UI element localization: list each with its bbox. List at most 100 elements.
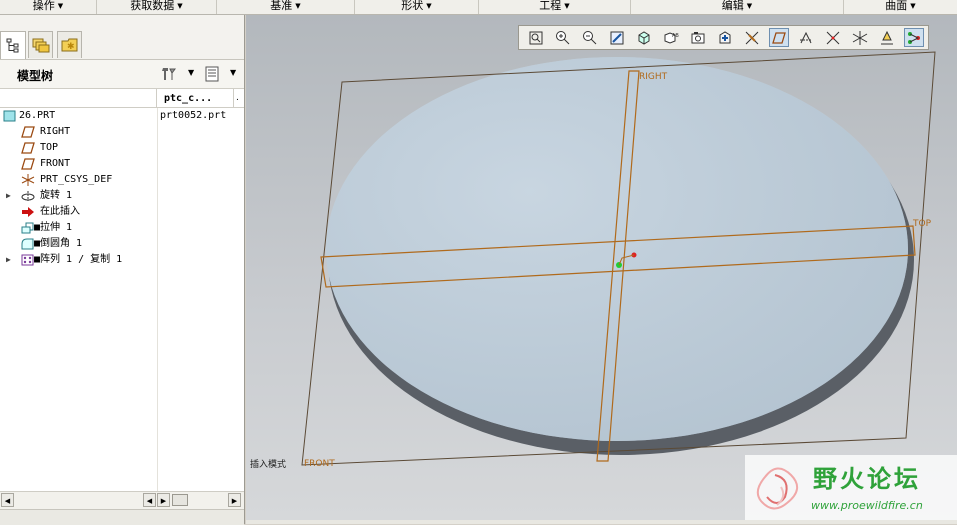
tree-item-label: FRONT bbox=[40, 158, 71, 169]
menu-label: 工程 bbox=[539, 0, 562, 12]
model-graphics[interactable]: RIGHT TOP FRONT bbox=[246, 15, 957, 520]
menu-editing[interactable]: 编辑 ▼ bbox=[631, 0, 844, 14]
folder-stack-icon bbox=[32, 38, 49, 53]
tree-item-revolve[interactable]: ▶ 旋转 1 bbox=[0, 188, 244, 204]
saved-views-icon[interactable]: AB bbox=[661, 28, 681, 47]
datum-label-right: RIGHT bbox=[639, 72, 668, 82]
tree-item-pattern[interactable]: ▶ ■阵列 1 / 复制 1 bbox=[0, 252, 244, 268]
tree-item-datum-right[interactable]: RIGHT bbox=[0, 124, 244, 140]
view-toolbar: AB bbox=[518, 25, 929, 50]
tree-item-extrude[interactable]: ■拉伸 1 bbox=[0, 220, 244, 236]
model-tree-title: 模型树 bbox=[17, 69, 54, 83]
menu-engineering[interactable]: 工程 ▼ bbox=[479, 0, 631, 14]
menu-bar: 操作 ▼ 获取数据 ▼ 基准 ▼ 形状 ▼ 工程 ▼ 编辑 ▼ 曲面 ▼ bbox=[0, 0, 957, 15]
layers-icon[interactable] bbox=[688, 28, 708, 47]
tree-horizontal-scrollbar[interactable]: ◀ ◀ ▶ ▶ bbox=[0, 491, 244, 509]
tab-model-tree[interactable] bbox=[0, 31, 26, 59]
datum-label-front: FRONT bbox=[304, 459, 335, 469]
dropdown-arrow-icon: ▼ bbox=[426, 2, 432, 10]
extrude-icon bbox=[21, 222, 35, 234]
datum-label-top: TOP bbox=[912, 219, 932, 229]
site-watermark: 野火论坛 www.proewildfire.cn bbox=[745, 455, 957, 520]
csys-display-icon[interactable] bbox=[850, 28, 870, 47]
datum-axes-icon[interactable] bbox=[742, 28, 762, 47]
tree-item-label: TOP bbox=[40, 142, 59, 153]
column-divider[interactable] bbox=[156, 89, 157, 107]
show-dropdown-arrow-icon[interactable]: ▼ bbox=[230, 68, 236, 77]
tree-item-part[interactable]: 26.PRT prt0052.prt bbox=[0, 108, 244, 124]
dropdown-arrow-icon: ▼ bbox=[564, 2, 570, 10]
tree-item-round[interactable]: ■倒圆角 1 bbox=[0, 236, 244, 252]
navigator-footer bbox=[0, 509, 244, 525]
scroll-right-button[interactable]: ▶ bbox=[228, 493, 241, 507]
tree-item-label: ■阵列 1 / 复制 1 bbox=[34, 254, 123, 265]
menu-shapes[interactable]: 形状 ▼ bbox=[355, 0, 479, 14]
tree-item-csys[interactable]: PRT_CSYS_DEF bbox=[0, 172, 244, 188]
scroll-left-button[interactable]: ◀ bbox=[1, 493, 14, 507]
menu-surfaces[interactable]: 曲面 ▼ bbox=[844, 0, 957, 14]
watermark-title: 野火论坛 bbox=[813, 465, 921, 493]
status-bar bbox=[246, 520, 957, 524]
tree-item-label: RIGHT bbox=[40, 126, 71, 137]
tree-column-header: ptc_c... . bbox=[0, 89, 244, 108]
orient-icon[interactable] bbox=[634, 28, 654, 47]
annotation-icon[interactable] bbox=[796, 28, 816, 47]
tree-item-value: prt0052.prt bbox=[160, 110, 227, 121]
navigator-panel: ✱ 模型树 ▼ ▼ ptc_c... . 26.PRT prt0052.prt … bbox=[0, 15, 245, 525]
menu-label: 形状 bbox=[401, 0, 424, 12]
dropdown-arrow-icon: ▼ bbox=[910, 2, 916, 10]
csys-icon bbox=[21, 174, 35, 186]
tree-item-insert-here[interactable]: 在此插入 bbox=[0, 204, 244, 220]
round-icon bbox=[21, 238, 35, 250]
scroll-right-button-2[interactable]: ▶ bbox=[157, 493, 170, 507]
dropdown-arrow-icon: ▼ bbox=[177, 2, 183, 10]
expand-arrow-icon[interactable]: ▶ bbox=[6, 252, 11, 268]
navigator-tabs: ✱ bbox=[0, 15, 244, 60]
zoom-out-icon[interactable] bbox=[580, 28, 600, 47]
spin-center-toggle-icon[interactable] bbox=[877, 28, 897, 47]
datum-plane-icon bbox=[21, 126, 35, 138]
tree-item-datum-top[interactable]: TOP bbox=[0, 140, 244, 156]
show-list-icon[interactable] bbox=[203, 65, 221, 83]
repaint-icon[interactable] bbox=[607, 28, 627, 47]
tree-item-label: 旋转 1 bbox=[40, 190, 73, 201]
model-tree-icon bbox=[6, 38, 19, 52]
graphics-viewport[interactable]: RIGHT TOP FRONT AB 插入模式 野火论坛 www.proewil… bbox=[246, 15, 957, 520]
menu-label: 编辑 bbox=[721, 0, 744, 12]
tab-folder-browser[interactable] bbox=[28, 31, 53, 58]
part-icon bbox=[2, 110, 16, 122]
menu-get-data[interactable]: 获取数据 ▼ bbox=[97, 0, 217, 14]
spin-center-icon[interactable] bbox=[715, 28, 735, 47]
menu-label: 操作 bbox=[32, 0, 55, 12]
scroll-thumb[interactable] bbox=[172, 494, 188, 506]
refit-icon[interactable] bbox=[526, 28, 546, 47]
dropdown-arrow-icon: ▼ bbox=[57, 2, 64, 10]
flame-logo-icon bbox=[756, 467, 798, 510]
tree-item-datum-front[interactable]: FRONT bbox=[0, 156, 244, 172]
datum-planes-icon[interactable] bbox=[769, 28, 789, 47]
column-extra[interactable]: . bbox=[236, 93, 239, 103]
datum-plane-icon bbox=[21, 142, 35, 154]
settings-dropdown-arrow-icon[interactable]: ▼ bbox=[188, 68, 194, 77]
status-mode-text: 插入模式 bbox=[250, 460, 287, 470]
menu-label: 获取数据 bbox=[130, 0, 175, 12]
svg-text:AB: AB bbox=[672, 33, 679, 39]
datum-points-icon[interactable] bbox=[823, 28, 843, 47]
dropdown-arrow-icon: ▼ bbox=[746, 2, 753, 10]
watermark-url: www.proewildfire.cn bbox=[811, 499, 923, 512]
menu-label: 曲面 bbox=[885, 0, 908, 12]
menu-operations[interactable]: 操作 ▼ bbox=[0, 0, 97, 14]
expand-arrow-icon[interactable]: ▶ bbox=[6, 188, 11, 204]
scroll-left-button-2[interactable]: ◀ bbox=[143, 493, 156, 507]
menu-datum[interactable]: 基准 ▼ bbox=[217, 0, 355, 14]
settings-tools-icon[interactable] bbox=[160, 65, 178, 83]
network-icon[interactable] bbox=[904, 28, 924, 47]
pattern-icon bbox=[21, 254, 35, 266]
column-divider[interactable] bbox=[233, 89, 234, 107]
column-ptc-common-name[interactable]: ptc_c... bbox=[164, 93, 212, 104]
zoom-in-icon[interactable] bbox=[553, 28, 573, 47]
dropdown-arrow-icon: ▼ bbox=[295, 2, 301, 10]
tab-favorites[interactable]: ✱ bbox=[57, 31, 82, 58]
revolve-icon bbox=[21, 190, 35, 202]
tree-item-label: PRT_CSYS_DEF bbox=[40, 174, 113, 185]
